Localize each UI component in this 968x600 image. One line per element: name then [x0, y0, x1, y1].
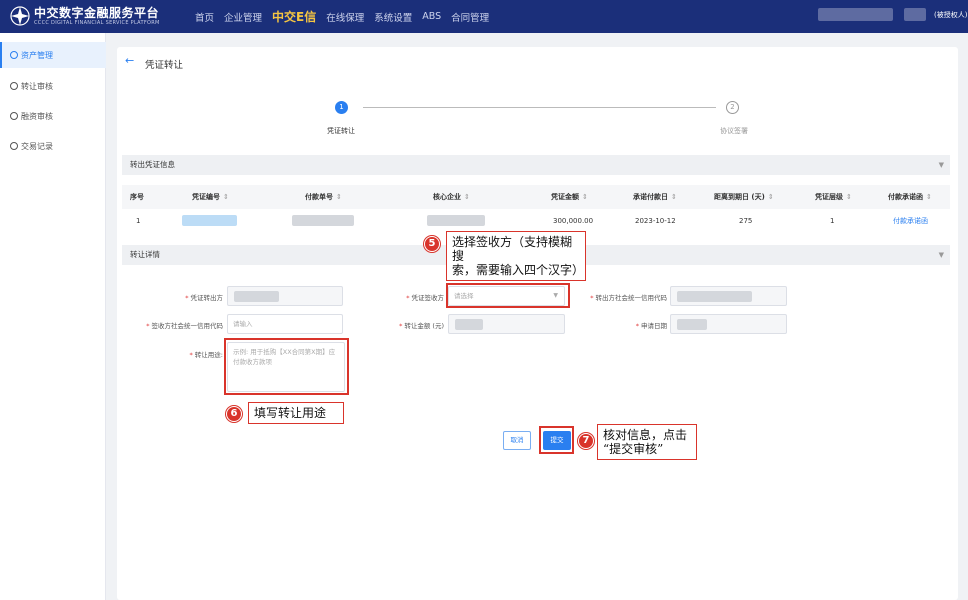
annotation-6-highlight — [224, 338, 349, 395]
section-transfer-info[interactable]: 转出凭证信息 ▼ — [122, 155, 950, 175]
receiver-credit-label: * 签收方社会统一信用代码 — [146, 322, 223, 330]
nav-home[interactable]: 首页 — [195, 10, 214, 24]
collapse-caret-icon[interactable]: ▼ — [939, 245, 944, 265]
top-nav: 首页 企业管理 中交E信 在线保理 系统设置 ABS 合同管理 — [195, 0, 489, 33]
apply-date-label: * 申请日期 — [635, 322, 667, 330]
col-index: 序号 — [130, 193, 144, 201]
nav-system-settings[interactable]: 系统设置 — [374, 10, 412, 24]
sidebar-item-label: 交易记录 — [21, 141, 53, 151]
annotation-6-badge: 6 — [226, 406, 242, 422]
cell-core-enterprise-redacted — [427, 215, 485, 226]
review-icon — [10, 82, 18, 90]
annotation-7-callout: 核对信息，点击 “提交审核” — [597, 424, 697, 460]
amount-field — [448, 314, 565, 334]
cell-index: 1 — [136, 217, 141, 225]
sidebar-item-label: 转让审核 — [21, 81, 53, 91]
nav-factoring[interactable]: 在线保理 — [326, 10, 364, 24]
table-row: 1 300,000.00 2023-10-12 275 1 付款承诺函 — [122, 211, 950, 231]
transferor-field — [227, 286, 343, 306]
sort-icon: ⇕ — [464, 193, 470, 201]
annotation-6-callout: 填写转让用途 — [248, 402, 344, 424]
purpose-label: * 转让用途: — [189, 351, 223, 359]
record-icon — [10, 142, 18, 150]
sidebar-item-transfer-review[interactable]: 转让审核 — [0, 73, 106, 99]
nav-cccc-exin[interactable]: 中交E信 — [272, 8, 316, 25]
back-arrow-icon[interactable]: ← — [125, 55, 135, 66]
annotation-7-badge: 7 — [578, 433, 594, 449]
cell-due-date: 2023-10-12 — [635, 217, 676, 225]
receiver-label: * 凭证签收方 — [406, 294, 444, 302]
cell-amount: 300,000.00 — [553, 217, 594, 225]
step-1-label: 凭证转让 — [327, 127, 355, 135]
nav-contract[interactable]: 合同管理 — [451, 10, 489, 24]
section-title: 转让详情 — [130, 250, 160, 259]
apply-date-field — [670, 314, 787, 334]
section-title: 转出凭证信息 — [130, 160, 175, 169]
cell-payment-no-redacted — [292, 215, 354, 226]
col-level[interactable]: 凭证层级 ⇕ — [815, 185, 852, 209]
col-payment-no[interactable]: 付款单号 ⇕ — [305, 185, 342, 209]
col-commitment-letter[interactable]: 付款承诺函 ⇕ — [888, 185, 932, 209]
user-name-redacted — [818, 8, 893, 21]
transferor-label: * 凭证转出方 — [185, 294, 223, 302]
user-role[interactable]: (被授权人) — [934, 10, 967, 20]
col-voucher-no[interactable]: 凭证编号 ⇕ — [192, 185, 229, 209]
col-amount[interactable]: 凭证金额 ⇕ — [551, 185, 588, 209]
sort-icon: ⇕ — [671, 193, 677, 201]
sidebar-item-trade-records[interactable]: 交易记录 — [0, 133, 106, 159]
nav-abs[interactable]: ABS — [422, 11, 441, 22]
transferor-credit-field — [670, 286, 787, 306]
sidebar-item-label: 资产管理 — [21, 50, 53, 60]
sort-icon: ⇕ — [846, 193, 852, 201]
sort-icon: ⇕ — [582, 193, 588, 201]
sort-icon: ⇕ — [223, 193, 229, 201]
sort-icon: ⇕ — [767, 193, 774, 201]
sidebar-item-label: 融资审核 — [21, 111, 53, 121]
cell-voucher-no-redacted — [182, 215, 237, 226]
sidebar: 资产管理 转让审核 融资审核 交易记录 — [0, 33, 106, 600]
top-header: 中交数字金融服务平台 CCCC DIGITAL FINANCIAL SERVIC… — [0, 0, 968, 33]
annotation-5-callout: 选择签收方（支持模糊搜 索，需要输入四个汉字） — [446, 231, 586, 281]
main-panel: ← 凭证转让 1 2 凭证转让 协议签署 转出凭证信息 ▼ 序号 凭证编号 ⇕ 付… — [117, 47, 958, 600]
annotation-5-highlight — [446, 283, 570, 308]
sidebar-item-finance-review[interactable]: 融资审核 — [0, 103, 106, 129]
page-title: 凭证转让 — [145, 60, 184, 71]
transferor-credit-label: * 转出方社会统一信用代码 — [590, 294, 667, 302]
annotation-5-badge: 5 — [424, 236, 440, 252]
platform-logo-icon — [10, 6, 30, 26]
amount-label: * 转让金额 (元) — [399, 322, 444, 330]
step-2-circle: 2 — [726, 101, 739, 114]
cell-days-left: 275 — [739, 217, 753, 225]
commitment-letter-link[interactable]: 付款承诺函 — [893, 211, 928, 231]
sort-icon: ⇕ — [336, 193, 342, 201]
sidebar-item-asset-management[interactable]: 资产管理 — [0, 42, 106, 68]
receiver-credit-input[interactable]: 请输入 — [227, 314, 343, 334]
col-due-date[interactable]: 承诺付款日 ⇕ — [633, 185, 677, 209]
finance-icon — [10, 112, 18, 120]
platform-title: 中交数字金融服务平台 — [34, 6, 160, 20]
cancel-button[interactable]: 取消 — [503, 431, 531, 450]
table-header: 序号 凭证编号 ⇕ 付款单号 ⇕ 核心企业 ⇕ 凭证金额 ⇕ 承诺付款日 ⇕ 距离到期日 … — [122, 185, 950, 209]
platform-subtitle: CCCC DIGITAL FINANCIAL SERVICE PLATFORM — [34, 20, 160, 26]
step-2-label: 协议签署 — [720, 127, 748, 135]
annotation-7-highlight — [539, 426, 574, 454]
col-days-left[interactable]: 距离到期日 (天) ⇕ — [714, 185, 774, 209]
user-company-redacted — [904, 8, 926, 21]
step-1-circle: 1 — [335, 101, 348, 114]
step-connector — [363, 107, 716, 108]
sort-icon: ⇕ — [926, 193, 932, 201]
collapse-caret-icon[interactable]: ▼ — [939, 155, 944, 175]
nav-enterprise[interactable]: 企业管理 — [224, 10, 262, 24]
col-core-enterprise[interactable]: 核心企业 ⇕ — [433, 185, 470, 209]
cell-level: 1 — [830, 217, 835, 225]
asset-icon — [10, 51, 18, 59]
